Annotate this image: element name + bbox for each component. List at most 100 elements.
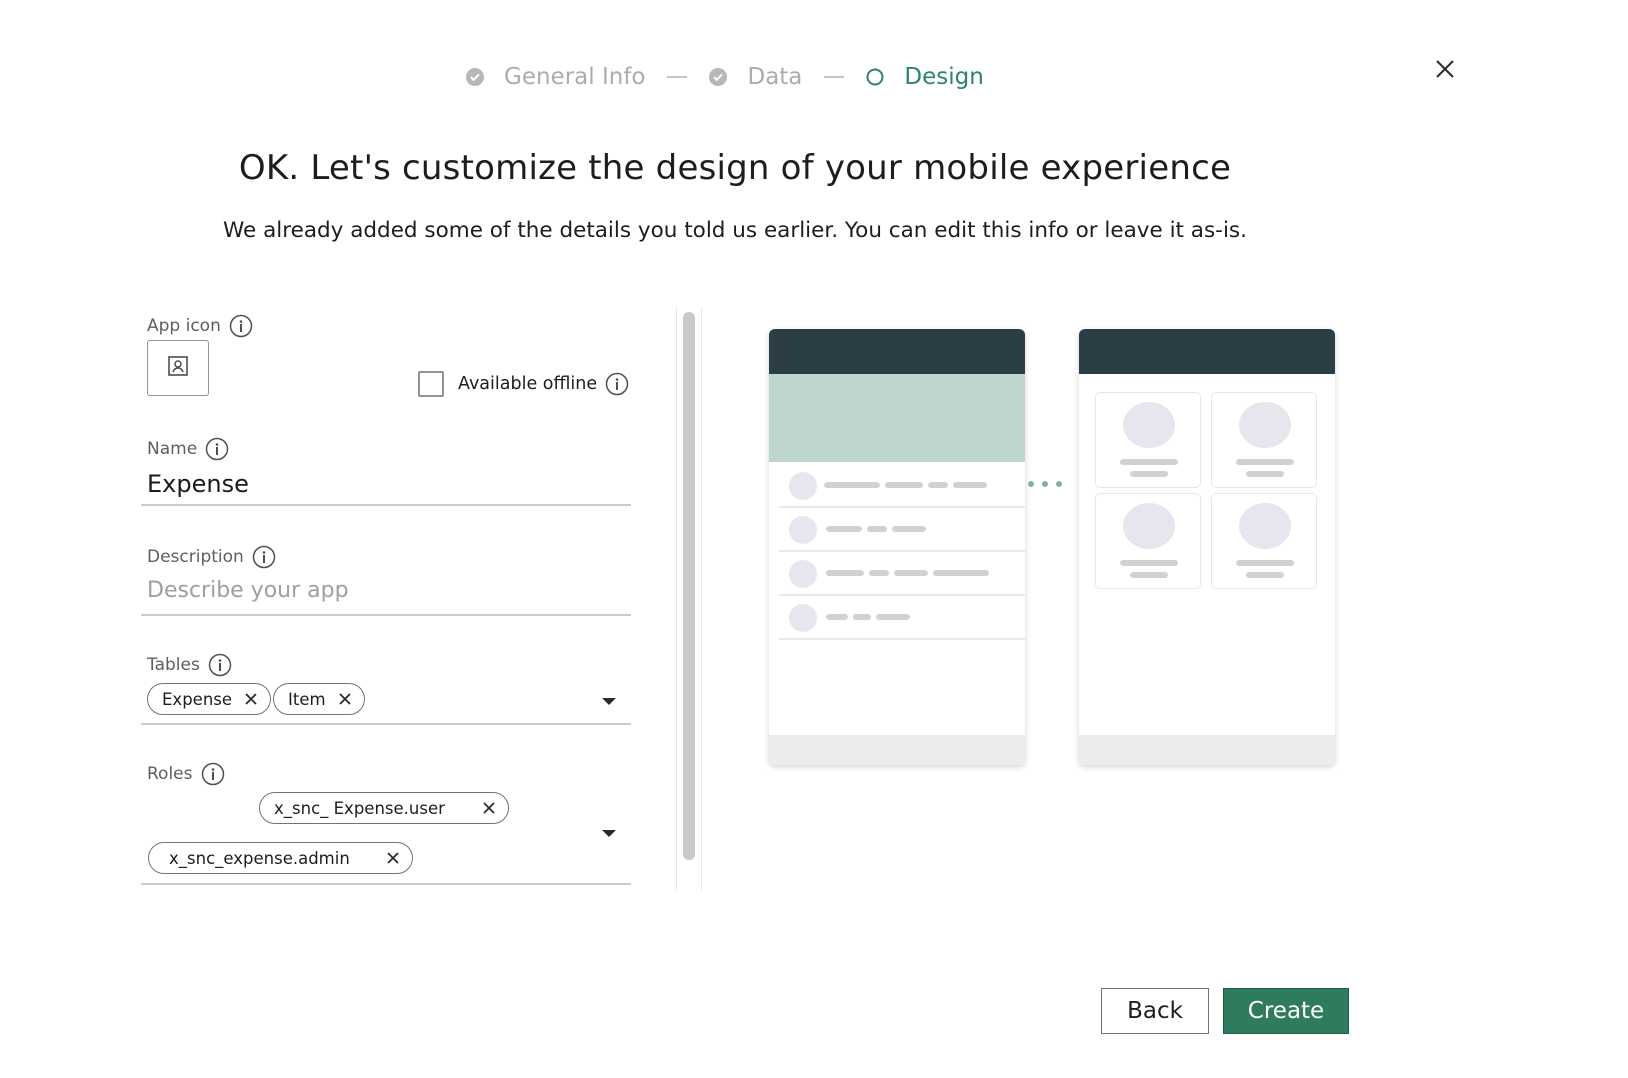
available-offline-checkbox[interactable] xyxy=(418,371,444,397)
preview-text-bar xyxy=(824,482,880,488)
back-button[interactable]: Back xyxy=(1101,988,1209,1034)
check-circle-icon xyxy=(466,68,484,86)
label-text: Tables xyxy=(147,655,200,675)
dot xyxy=(1028,481,1034,487)
preview-tile xyxy=(1095,392,1201,488)
check-circle-icon xyxy=(709,68,728,86)
preview-text-bar xyxy=(1236,459,1294,465)
info-icon[interactable] xyxy=(201,762,225,786)
label-text: Roles xyxy=(147,764,193,784)
form-scrollbar-thumb[interactable] xyxy=(683,312,695,860)
role-chip-user: x_snc_ Expense.user xyxy=(259,792,509,824)
preview-footer xyxy=(1079,735,1335,765)
wizard-stepper: General Info Data Design xyxy=(466,60,984,94)
close-icon[interactable] xyxy=(1432,56,1458,82)
preview-avatar xyxy=(1239,402,1291,448)
name-input[interactable]: Expense xyxy=(147,470,249,498)
list-layout-preview xyxy=(769,329,1025,765)
preview-text-bar xyxy=(867,526,887,532)
description-label: Description xyxy=(147,545,276,569)
step-general-info: General Info xyxy=(466,64,645,90)
remove-icon[interactable] xyxy=(386,851,400,865)
step-label: Data xyxy=(747,64,803,90)
description-input[interactable]: Describe your app xyxy=(147,578,349,603)
tables-dropdown-caret-icon[interactable] xyxy=(602,698,616,705)
role-chip-admin: x_snc_expense.admin xyxy=(148,842,413,874)
info-icon[interactable] xyxy=(205,437,229,461)
page-subtitle: We already added some of the details you… xyxy=(223,218,1247,243)
preview-text-bar xyxy=(826,614,848,620)
tables-input-underline xyxy=(141,723,631,725)
name-label: Name xyxy=(147,437,229,461)
step-divider xyxy=(667,76,688,78)
preview-avatar xyxy=(789,604,817,632)
preview-text-bar xyxy=(826,526,862,532)
preview-text-bar xyxy=(869,570,889,576)
app-icon-label: App icon xyxy=(147,314,253,338)
step-label: General Info xyxy=(504,64,646,90)
preview-text-bar xyxy=(933,570,989,576)
chip-label: x_snc_ Expense.user xyxy=(274,798,445,818)
available-offline-label: Available offline xyxy=(458,374,598,394)
preview-footer xyxy=(769,735,1025,765)
remove-icon[interactable] xyxy=(338,692,352,706)
preview-text-bar xyxy=(1130,471,1168,477)
preview-list-row xyxy=(779,596,1025,640)
step-design: Design xyxy=(866,64,984,90)
roles-label: Roles xyxy=(147,762,225,786)
preview-text-bar xyxy=(1120,560,1178,566)
preview-list-row xyxy=(779,464,1025,508)
preview-tile xyxy=(1211,493,1317,589)
chip-label: x_snc_expense.admin xyxy=(169,848,350,868)
info-icon[interactable] xyxy=(252,545,276,569)
info-icon[interactable] xyxy=(229,314,253,338)
preview-text-bar xyxy=(876,614,910,620)
preview-text-bar xyxy=(885,482,923,488)
step-label: Design xyxy=(904,64,984,90)
preview-text-bar xyxy=(892,526,926,532)
label-text: App icon xyxy=(147,316,221,336)
preview-text-bar xyxy=(853,614,871,620)
label-text: Description xyxy=(147,547,244,567)
preview-avatar xyxy=(789,516,817,544)
info-icon[interactable] xyxy=(605,372,629,396)
step-data: Data xyxy=(709,64,802,90)
preview-avatar xyxy=(1123,503,1175,549)
remove-icon[interactable] xyxy=(482,801,496,815)
remove-icon[interactable] xyxy=(244,692,258,706)
available-offline-option: Available offline xyxy=(418,371,629,397)
preview-avatar xyxy=(1239,503,1291,549)
preview-avatar xyxy=(789,472,817,500)
page-title: OK. Let's customize the design of your m… xyxy=(238,148,1232,188)
table-chip-item: Item xyxy=(273,683,365,715)
preview-list-row xyxy=(779,508,1025,552)
create-button[interactable]: Create xyxy=(1223,988,1349,1034)
tables-label: Tables xyxy=(147,653,232,677)
preview-header xyxy=(769,329,1025,374)
dot xyxy=(1042,481,1048,487)
preview-text-bar xyxy=(953,482,987,488)
preview-text-bar xyxy=(894,570,928,576)
preview-tile xyxy=(1095,493,1201,589)
preview-text-bar xyxy=(928,482,948,488)
dot xyxy=(1056,481,1062,487)
contact-card-icon xyxy=(167,355,189,381)
table-chip-expense: Expense xyxy=(147,683,272,715)
preview-text-bar xyxy=(1120,459,1178,465)
app-icon-picker[interactable] xyxy=(147,340,209,396)
preview-list-row xyxy=(779,552,1025,596)
preview-banner xyxy=(769,374,1025,462)
preview-text-bar xyxy=(1236,560,1294,566)
preview-header xyxy=(1079,329,1335,374)
step-divider xyxy=(824,76,845,78)
preview-text-bar xyxy=(1246,471,1284,477)
chip-label: Item xyxy=(288,689,326,709)
grid-layout-preview xyxy=(1079,329,1335,765)
preview-avatar xyxy=(1123,402,1175,448)
info-icon[interactable] xyxy=(208,653,232,677)
preview-text-bar xyxy=(1246,572,1284,578)
chip-label: Expense xyxy=(162,689,233,709)
roles-dropdown-caret-icon[interactable] xyxy=(602,830,616,837)
preview-tile xyxy=(1211,392,1317,488)
preview-text-bar xyxy=(826,570,864,576)
